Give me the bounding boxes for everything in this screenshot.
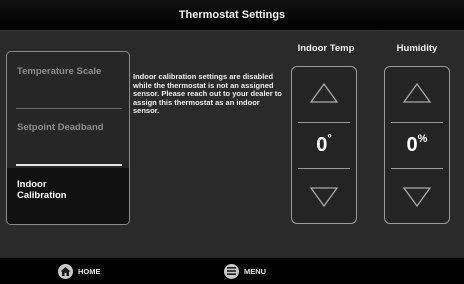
home-icon [58, 263, 73, 279]
menu-icon [224, 263, 239, 279]
humidity-value: 0% [385, 123, 449, 167]
indoor-temp-stepper: 0 ° [291, 66, 357, 224]
sidebar-divider [16, 164, 122, 166]
triangle-up-icon [309, 82, 339, 103]
calibration-info-text: Indoor calibration settings are disabled… [133, 72, 282, 116]
triangle-down-icon [309, 187, 339, 208]
indoor-temp-up-button[interactable] [292, 67, 356, 119]
sidebar-item-label: Indoor Calibration [17, 179, 67, 201]
menu-label: MENU [244, 266, 267, 276]
settings-sidebar: Temperature Scale Setpoint Deadband Indo… [6, 51, 130, 225]
triangle-down-icon [402, 187, 432, 208]
sidebar-item-label: Setpoint Deadband [17, 122, 104, 133]
indoor-temp-number: 0 [316, 133, 328, 156]
humidity-label: Humidity [396, 43, 438, 54]
indoor-temp-down-button[interactable] [292, 171, 356, 223]
sidebar-item-label: Temperature Scale [17, 66, 102, 77]
bottom-nav-bar: HOME MENU [0, 257, 464, 284]
menu-button[interactable]: MENU [224, 262, 266, 280]
humidity-down-button[interactable] [385, 171, 449, 223]
indoor-temp-value: 0 ° [292, 123, 356, 167]
sidebar-item-indoor-calibration[interactable]: Indoor Calibration [7, 168, 129, 224]
percent-unit: % [417, 133, 428, 145]
home-button[interactable]: HOME [58, 262, 101, 280]
indoor-temp-label: Indoor Temp [297, 43, 355, 54]
sidebar-divider [16, 108, 122, 109]
triangle-up-icon [402, 82, 432, 103]
humidity-stepper: 0% [384, 66, 450, 224]
stepper-divider [298, 168, 350, 169]
stepper-divider [391, 168, 443, 169]
degree-unit: ° [327, 133, 332, 145]
sidebar-item-temperature-scale[interactable]: Temperature Scale [7, 66, 129, 102]
home-label: HOME [78, 266, 101, 276]
page-title: Thermostat Settings [178, 9, 286, 21]
humidity-number: 0 [406, 133, 418, 156]
humidity-up-button[interactable] [385, 67, 449, 119]
sidebar-item-setpoint-deadband[interactable]: Setpoint Deadband [7, 122, 129, 158]
title-bar: Thermostat Settings [0, 0, 464, 31]
